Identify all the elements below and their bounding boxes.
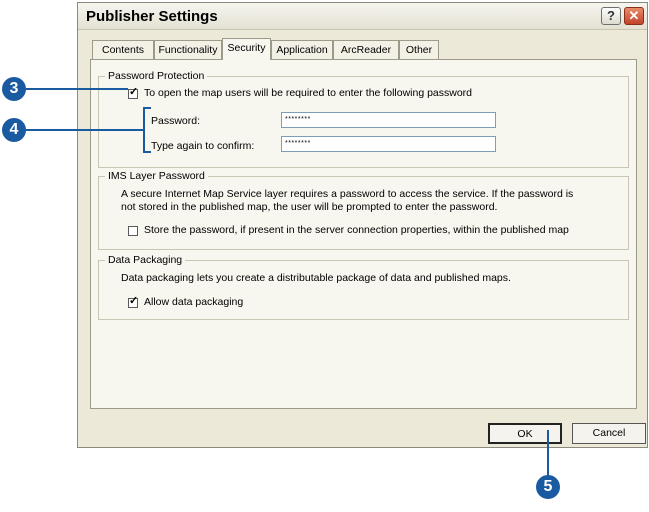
- check-icon: ✓: [129, 295, 139, 307]
- tab-other[interactable]: Other: [399, 40, 439, 59]
- tab-security[interactable]: Security: [222, 38, 271, 60]
- callout-4-bracket: [143, 107, 151, 153]
- password-protection-group: Password Protection ✓ To open the map us…: [98, 70, 629, 168]
- tab-functionality[interactable]: Functionality: [154, 40, 222, 59]
- data-packaging-group: Data Packaging Data packaging lets you c…: [98, 254, 629, 320]
- title-bar: Publisher Settings ? ✕: [78, 3, 647, 30]
- data-packaging-description: Data packaging lets you create a distrib…: [121, 272, 511, 284]
- callout-3: 3: [2, 77, 26, 101]
- require-password-checkbox[interactable]: ✓: [128, 86, 139, 99]
- confirm-password-label: Type again to confirm:: [151, 140, 255, 152]
- store-password-label: Store the password, if present in the se…: [144, 224, 569, 236]
- dialog-title: Publisher Settings: [86, 8, 218, 25]
- callout-5: 5: [536, 475, 560, 499]
- data-packaging-title: Data Packaging: [105, 254, 186, 266]
- allow-packaging-label: Allow data packaging: [144, 296, 244, 308]
- tab-contents[interactable]: Contents: [92, 40, 154, 59]
- tab-arcreader[interactable]: ArcReader: [333, 40, 399, 59]
- callout-3-line: [26, 88, 128, 90]
- password-input[interactable]: ********: [281, 112, 496, 128]
- ok-button[interactable]: OK: [488, 423, 562, 444]
- ims-password-group: IMS Layer Password A secure Internet Map…: [98, 170, 629, 250]
- store-password-checkbox[interactable]: [128, 226, 138, 236]
- ims-description-line2: not stored in the published map, the use…: [121, 201, 498, 213]
- confirm-password-input[interactable]: ********: [281, 136, 496, 152]
- callout-4: 4: [2, 118, 26, 142]
- security-panel: Password Protection ✓ To open the map us…: [90, 59, 637, 409]
- callout-4-line: [26, 129, 143, 131]
- close-icon: ✕: [628, 8, 640, 23]
- require-password-label: To open the map users will be required t…: [144, 87, 473, 99]
- check-icon: ✓: [129, 86, 139, 98]
- tab-application[interactable]: Application: [271, 40, 333, 59]
- cancel-button[interactable]: Cancel: [572, 423, 646, 444]
- publisher-settings-dialog: Publisher Settings ? ✕ Contents Function…: [77, 2, 648, 448]
- password-protection-title: Password Protection: [105, 70, 208, 82]
- help-button[interactable]: ?: [601, 7, 621, 25]
- close-button[interactable]: ✕: [624, 7, 644, 25]
- ims-password-title: IMS Layer Password: [105, 170, 208, 182]
- callout-5-line: [547, 430, 549, 476]
- allow-packaging-checkbox[interactable]: ✓: [128, 295, 139, 308]
- help-icon: ?: [607, 8, 615, 23]
- ims-description-line1: A secure Internet Map Service layer requ…: [121, 188, 574, 200]
- password-label: Password:: [151, 115, 201, 127]
